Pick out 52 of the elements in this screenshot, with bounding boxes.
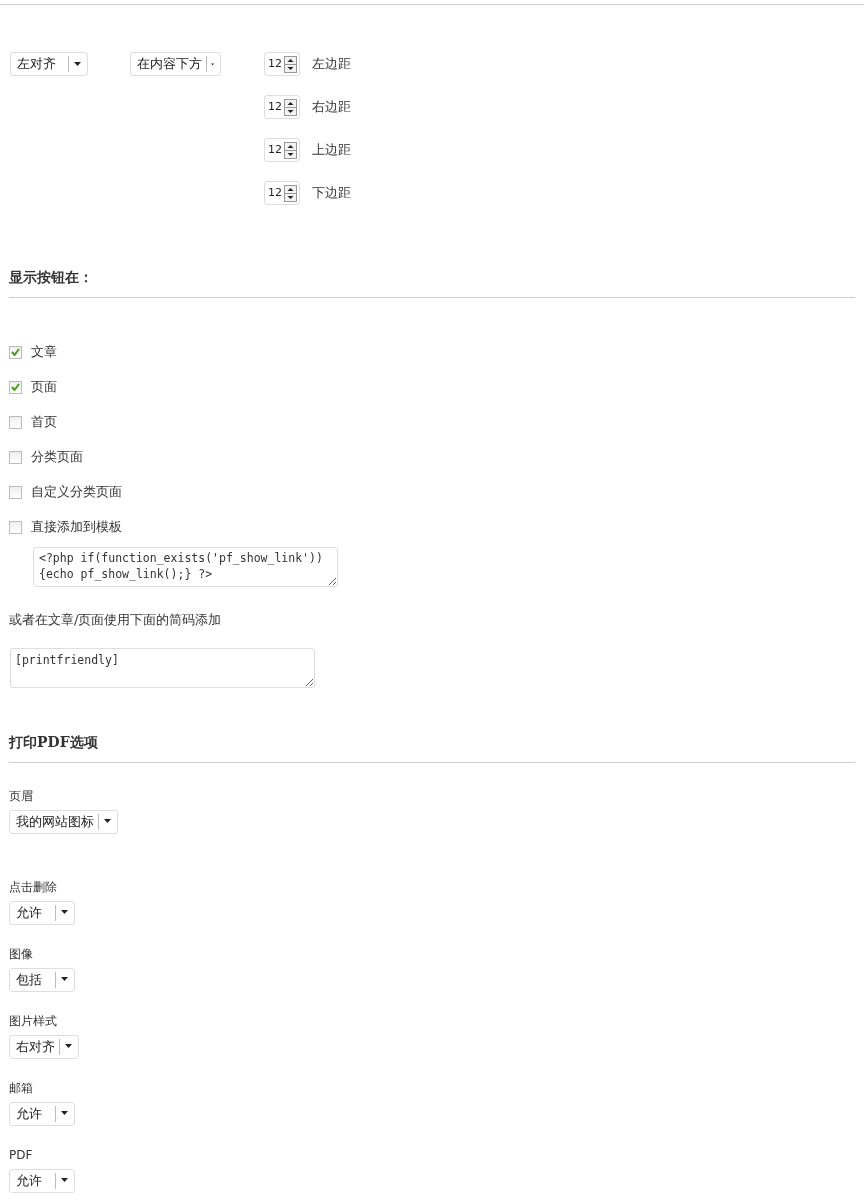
margin-label: 右边距 (312, 98, 351, 117)
checkbox-label: 文章 (31, 343, 57, 362)
checkmark-icon (11, 348, 20, 356)
checkbox[interactable] (9, 415, 22, 429)
spinner-arrows-icon (284, 141, 297, 159)
number-field[interactable]: 12 (264, 181, 300, 205)
dropdown[interactable]: 我的网站图标 (9, 809, 118, 834)
code-field[interactable]: <?php if(function_exists('pf_show_link')) {echo pf_show_link();} ?> (33, 547, 338, 587)
caret-icon (65, 1044, 73, 1049)
checkbox-label: 分类页面 (31, 448, 83, 467)
checkbox[interactable] (9, 485, 22, 499)
dropdown[interactable]: 左对齐 (10, 52, 88, 76)
dropdown[interactable]: 允许 (9, 1101, 75, 1126)
shortcode-note: 或者在文章/页面使用下面的简码添加 (9, 612, 222, 627)
caret-icon (104, 819, 112, 824)
number-field[interactable]: 12 (264, 95, 300, 119)
caret-icon (61, 1178, 69, 1183)
spinner-arrows-icon (284, 55, 297, 73)
checkbox-label: 自定义分类页面 (31, 483, 122, 502)
caret-icon (61, 910, 69, 915)
field-label: PDF (9, 1147, 33, 1163)
dropdown[interactable]: 包括 (9, 967, 75, 992)
field-label: 邮箱 (9, 1080, 33, 1096)
caret-icon (74, 61, 82, 67)
field-label: 图片样式 (9, 1013, 57, 1029)
number-field[interactable]: 12 (264, 52, 300, 76)
spinner-arrows-icon (284, 98, 297, 116)
field-label: 页眉 (9, 788, 33, 804)
shortcode-field[interactable]: [printfriendly] (10, 647, 315, 688)
checkbox[interactable] (9, 380, 22, 394)
dropdown[interactable]: 允许 (9, 900, 75, 925)
spinner-arrows-icon (284, 184, 297, 202)
field-label: 点击删除 (9, 879, 57, 895)
checkbox-label: 页面 (31, 378, 57, 397)
section-heading: 显示按钮在： (9, 269, 93, 285)
margin-label: 下边距 (312, 184, 351, 203)
checkbox[interactable] (9, 450, 22, 464)
dropdown[interactable]: 右对齐 (9, 1034, 79, 1059)
checkmark-icon (11, 383, 20, 391)
caret-icon (61, 1111, 69, 1116)
checkbox-label: 首页 (31, 413, 57, 432)
checkbox[interactable] (9, 520, 22, 534)
dropdown[interactable]: 在内容下方 (130, 52, 221, 76)
checkbox[interactable] (9, 345, 22, 359)
dropdown[interactable]: 允许 (9, 1168, 75, 1193)
field-label: 图像 (9, 946, 33, 962)
number-field[interactable]: 12 (264, 138, 300, 162)
checkbox-label: 直接添加到模板 (31, 518, 122, 537)
margin-label: 左边距 (312, 55, 351, 74)
section-heading: 打印PDF选项 (9, 733, 98, 750)
caret-icon (61, 977, 69, 982)
margin-label: 上边距 (312, 141, 351, 160)
